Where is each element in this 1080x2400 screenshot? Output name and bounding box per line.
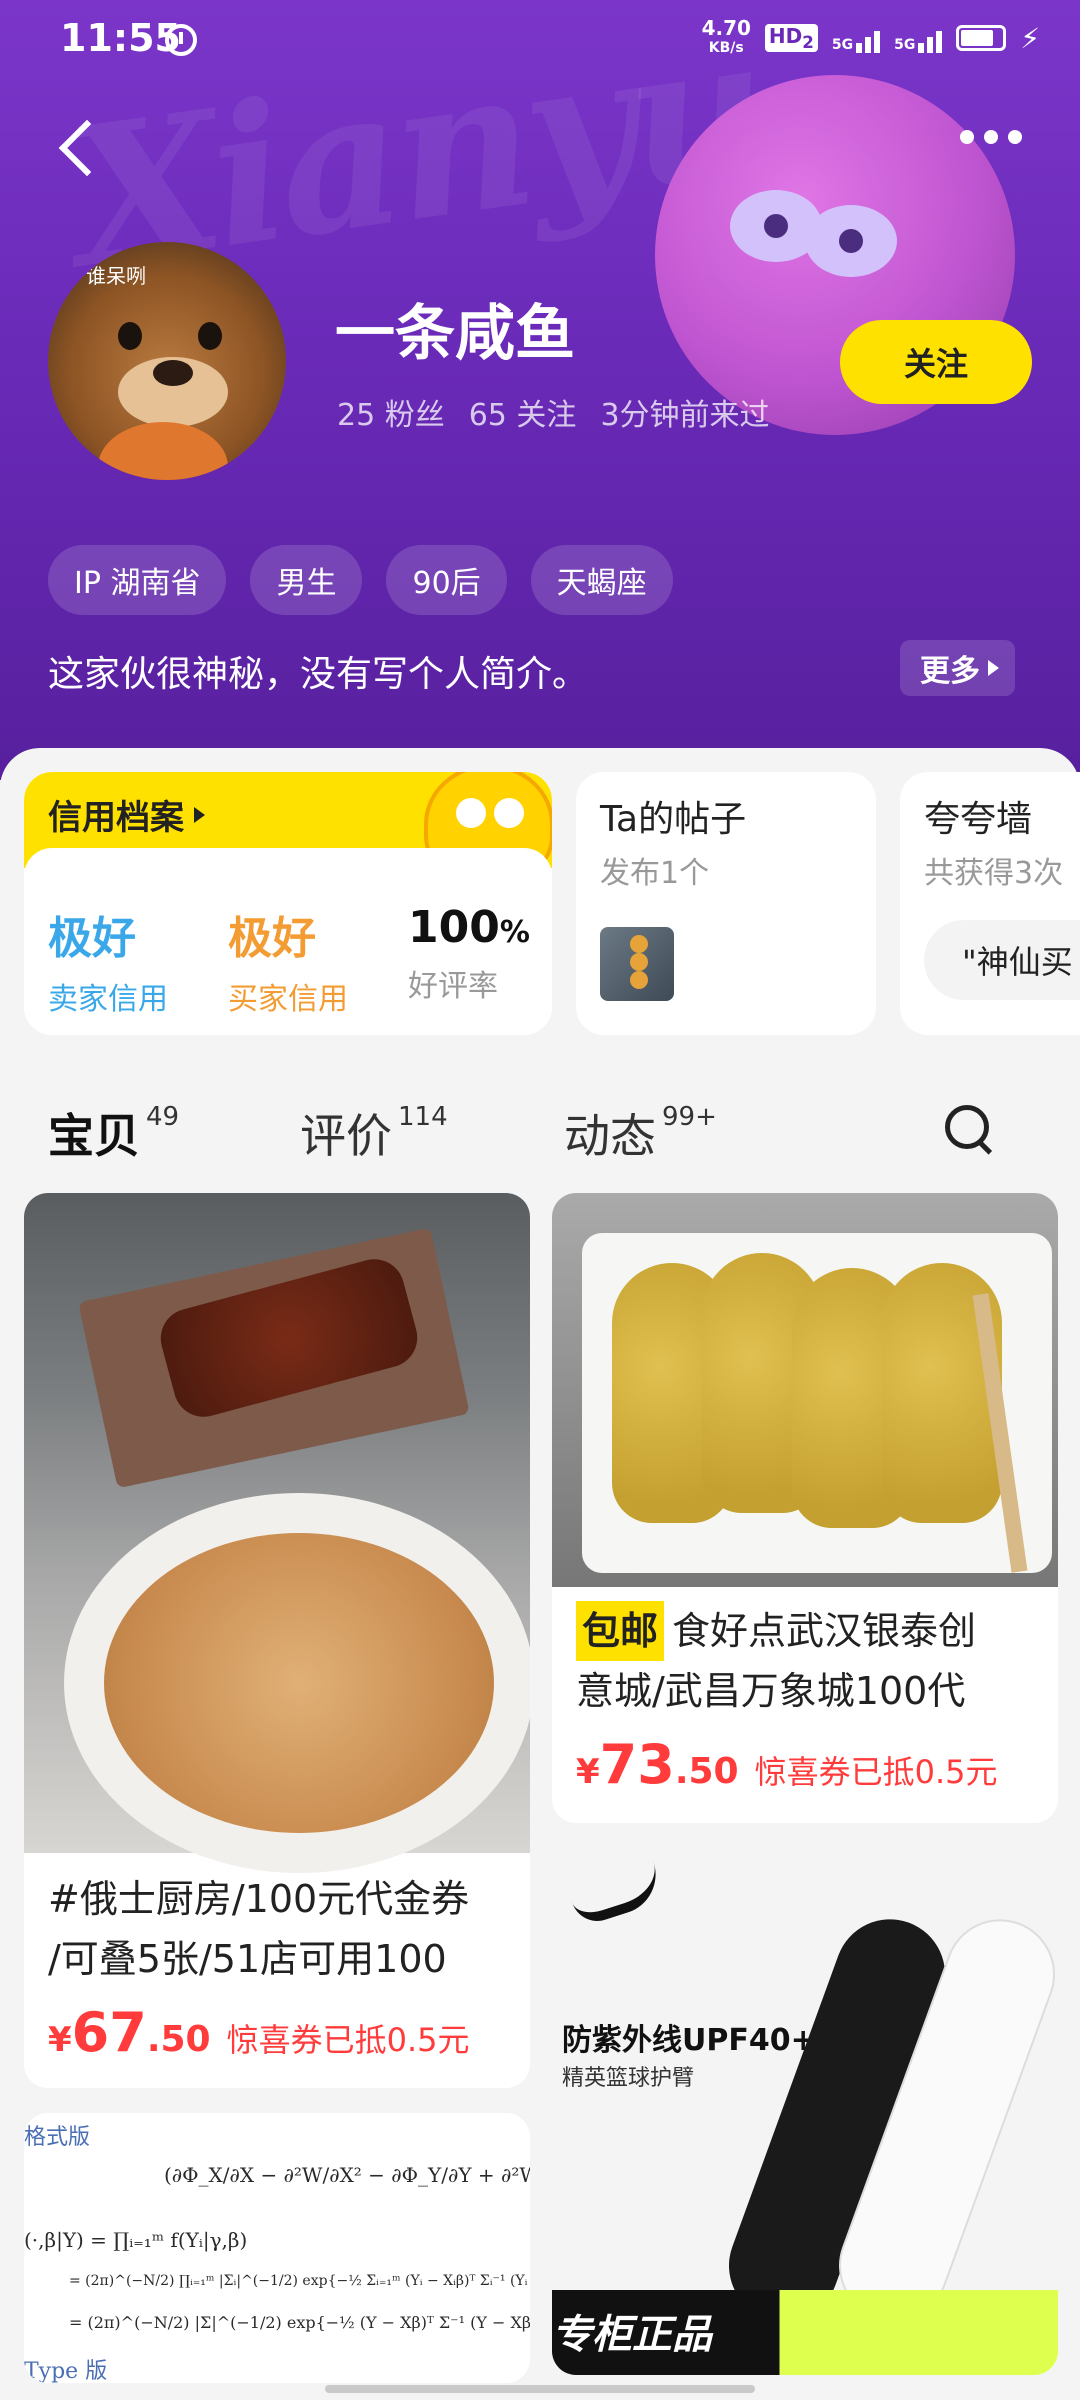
fans-count[interactable]: 25 粉丝 [337,390,445,434]
username: 一条咸鱼 [335,299,575,369]
chevron-right-icon [988,660,999,676]
post-thumbnail[interactable] [600,927,674,1001]
positive-rate: 100% 好评率 [408,902,530,1004]
praise-wall-card[interactable]: 夸夸墙 共获得3次 "神仙买 [900,772,1080,1035]
battery-icon [956,25,1007,51]
product-image: 格式版 (∂Φ_X/∂X − ∂²W/∂X² − ∂Φ_Y/∂Y + ∂²W/∂… [24,2113,530,2383]
praise-count: 共获得3次 [924,856,1064,891]
user-stats: 25 粉丝 65 关注 3分钟前来过 [337,390,770,434]
coupon-text: 惊喜券已抵0.5元 [754,1753,998,1791]
coupon-text: 惊喜券已抵0.5元 [226,2021,470,2059]
praise-title: 夸夸墙 [924,799,1033,840]
profile-tags: IP 湖南省 男生 90后 天蝎座 [48,545,673,615]
tag-zodiac: 天蝎座 [530,545,673,615]
posts-title: Ta的帖子 [600,799,747,840]
charging-icon: ⚡ [1020,21,1040,55]
chevron-right-icon [194,806,205,823]
home-indicator[interactable] [325,2385,755,2393]
search-icon[interactable] [945,1105,993,1153]
product-title: 包邮 食好点武汉银泰创 意城/武昌万象城100代 [576,1601,976,1721]
credit-card[interactable]: 信用档案 极好 卖家信用 极好 买家信用 100% 好评率 [24,772,552,1035]
product-title: #俄士厨房/100元代金券 /可叠5张/51店可用100 [48,1877,470,1981]
product-image [552,1193,1058,1587]
back-button[interactable] [55,110,105,180]
bio-text: 这家伙很神秘，没有写个人简介。 [48,654,589,695]
tag-ip: IP 湖南省 [48,545,227,615]
following-count[interactable]: 65 关注 [469,390,577,434]
buyer-credit: 极好 买家信用 [228,913,348,1017]
last-seen: 3分钟前来过 [600,398,770,433]
signal-icon: 5G [832,23,881,53]
tab-bar: 宝贝 49 评价 114 动态 99+ [48,1100,1048,1190]
tab-reviews[interactable]: 评价 114 [300,1100,448,1166]
tab-activity[interactable]: 动态 99+ [564,1100,717,1166]
net-speed: 4.70 KB/s [701,16,751,56]
praise-chip: "神仙买 [924,920,1080,1000]
signal-icon-2: 5G [894,23,943,53]
avatar[interactable]: 谁呆咧 [48,242,286,480]
posts-count: 发布1个 [600,856,710,891]
product-card[interactable]: 防紫外线UPF40+ 精英篮球护臂 专柜正品 [552,1850,1058,2375]
product-image: 防紫外线UPF40+ 精英篮球护臂 专柜正品 [552,1850,1058,2375]
product-price: ¥67.50 惊喜券已抵0.5元 [48,2001,470,2064]
more-options-button[interactable] [960,130,1022,144]
alarm-icon [165,24,197,56]
credit-title: 信用档案 [48,790,205,839]
product-card[interactable]: 包邮 食好点武汉银泰创 意城/武昌万象城100代 ¥73.50 惊喜券已抵0.5元 [552,1193,1058,1823]
nike-logo-icon [568,1862,666,1928]
tag-gender: 男生 [250,545,363,615]
hd-indicator: HD2 [764,24,818,52]
status-time: 11:55 [60,16,181,60]
follow-button[interactable]: 关注 [840,320,1032,404]
tab-items[interactable]: 宝贝 49 [48,1100,179,1166]
product-card[interactable]: #俄士厨房/100元代金券 /可叠5张/51店可用100 ¥67.50 惊喜券已… [24,1193,530,2088]
product-image [24,1193,530,1873]
more-bio-button[interactable]: 更多 [900,640,1015,696]
avatar-tag: 谁呆咧 [86,264,146,288]
tag-age: 90后 [386,545,507,615]
status-bar: 11:55 4.70 KB/s HD2 5G 5G ⚡ [0,0,1080,80]
product-card[interactable]: 格式版 (∂Φ_X/∂X − ∂²W/∂X² − ∂Φ_Y/∂Y + ∂²W/∂… [24,2113,530,2383]
free-shipping-badge: 包邮 [576,1601,665,1661]
product-price: ¥73.50 惊喜券已抵0.5元 [576,1733,998,1796]
posts-card[interactable]: Ta的帖子 发布1个 [576,772,876,1035]
seller-credit: 极好 卖家信用 [48,913,168,1017]
